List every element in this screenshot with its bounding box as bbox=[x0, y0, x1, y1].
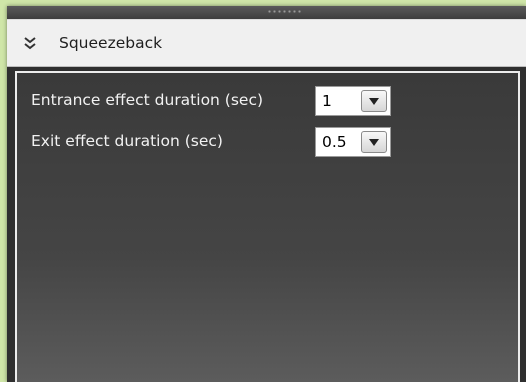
collapse-icon[interactable] bbox=[23, 35, 37, 51]
settings-panel: Entrance effect duration (sec) 1 Exit ef… bbox=[15, 71, 520, 382]
exit-duration-value[interactable]: 0.5 bbox=[322, 132, 347, 152]
resize-grip-bar[interactable] bbox=[7, 6, 526, 19]
exit-duration-row: Exit effect duration (sec) 0.5 bbox=[17, 127, 522, 157]
entrance-duration-row: Entrance effect duration (sec) 1 bbox=[17, 86, 522, 116]
grip-dots-icon bbox=[267, 9, 301, 14]
squeezeback-window: Squeezeback Entrance effect duration (se… bbox=[7, 6, 526, 382]
entrance-duration-dropdown[interactable]: 1 bbox=[315, 86, 391, 116]
entrance-duration-value[interactable]: 1 bbox=[322, 91, 332, 111]
exit-duration-dropdown[interactable]: 0.5 bbox=[315, 127, 391, 157]
exit-duration-dropdown-button[interactable] bbox=[361, 131, 387, 153]
entrance-duration-label: Entrance effect duration (sec) bbox=[31, 91, 264, 109]
chevron-down-icon bbox=[369, 139, 379, 146]
panel-title: Squeezeback bbox=[59, 34, 163, 52]
panel-header[interactable]: Squeezeback bbox=[7, 19, 526, 67]
chevron-down-icon bbox=[369, 98, 379, 105]
entrance-duration-dropdown-button[interactable] bbox=[361, 90, 387, 112]
exit-duration-label: Exit effect duration (sec) bbox=[31, 132, 223, 150]
